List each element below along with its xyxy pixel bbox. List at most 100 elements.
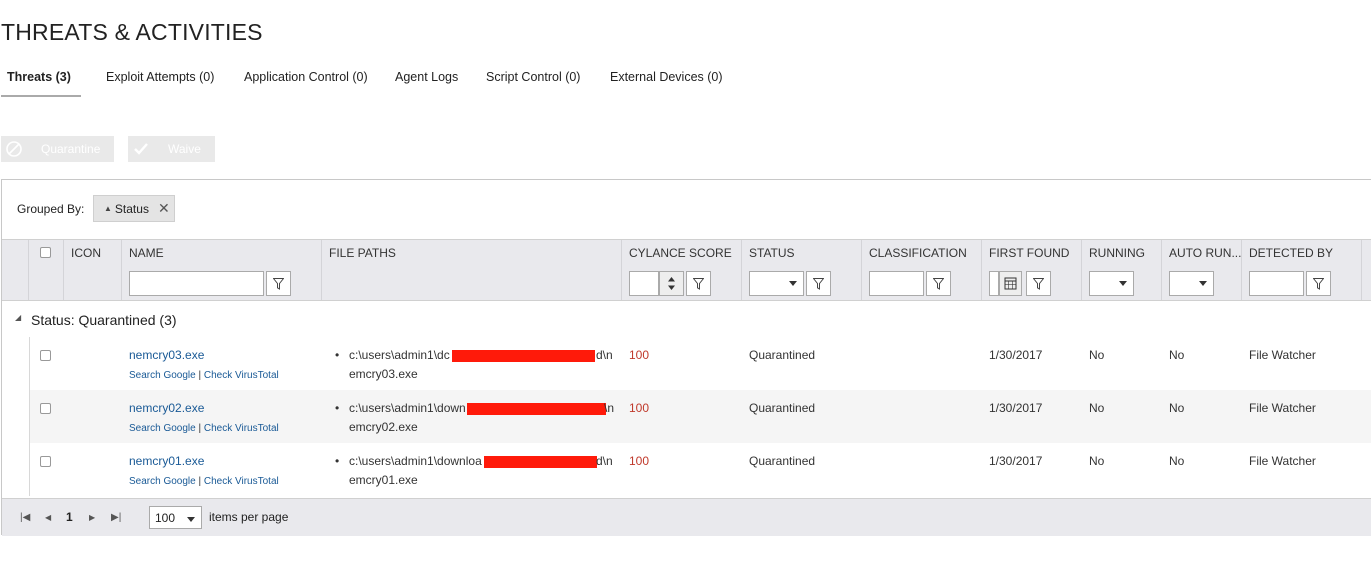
grouped-by-label: Grouped By: bbox=[17, 202, 85, 216]
filter-icon[interactable] bbox=[686, 271, 711, 296]
row-checkbox[interactable] bbox=[40, 456, 51, 467]
filter-icon[interactable] bbox=[1306, 271, 1331, 296]
chevron-down-icon bbox=[187, 517, 195, 522]
column-header-cylance-score[interactable]: CYLANCE SCORE bbox=[629, 246, 732, 260]
column-header-status[interactable]: STATUS bbox=[749, 246, 795, 260]
row-checkbox[interactable] bbox=[40, 350, 51, 361]
search-google-link[interactable]: Search Google bbox=[129, 370, 196, 381]
detected-by-filter-input[interactable] bbox=[1249, 271, 1304, 296]
row-checkbox[interactable] bbox=[40, 403, 51, 414]
column-header-classification[interactable]: CLASSIFICATION bbox=[869, 246, 967, 260]
file-path-end: d\n bbox=[596, 348, 613, 362]
page-size-select[interactable]: 100 bbox=[149, 506, 202, 529]
file-name-link[interactable]: nemcry03.exe bbox=[129, 348, 204, 362]
status-value: Quarantined bbox=[749, 454, 816, 468]
auto-run-filter-dropdown[interactable] bbox=[1169, 271, 1214, 296]
file-path-start: c:\users\admin1\down bbox=[349, 401, 466, 415]
quick-links: Search Google | Check VirusTotal bbox=[129, 476, 279, 487]
running-value: No bbox=[1089, 401, 1105, 415]
quarantine-button[interactable]: Quarantine bbox=[1, 136, 114, 162]
chevron-down-icon bbox=[1119, 281, 1127, 286]
prev-page-icon[interactable]: ◀ bbox=[45, 513, 51, 522]
column-header-icon[interactable]: ICON bbox=[71, 246, 101, 260]
group-chip-label: Status bbox=[114, 201, 149, 216]
select-all-checkbox[interactable] bbox=[40, 247, 51, 258]
filter-icon[interactable] bbox=[266, 271, 291, 296]
tab-agent-logs[interactable]: Agent Logs bbox=[395, 70, 458, 84]
current-page[interactable]: 1 bbox=[66, 510, 73, 524]
auto-run-value: No bbox=[1169, 348, 1185, 362]
column-header-first-found[interactable]: FIRST FOUND bbox=[989, 246, 1069, 260]
table-row[interactable]: nemcry01.exe Search Google | Check Virus… bbox=[29, 443, 1371, 496]
first-found-value: 1/30/2017 bbox=[989, 454, 1043, 468]
next-page-icon[interactable]: ▶ bbox=[89, 513, 95, 522]
bullet: • bbox=[335, 454, 340, 468]
quick-links: Search Google | Check VirusTotal bbox=[129, 370, 279, 381]
file-name-link[interactable]: nemcry02.exe bbox=[129, 401, 204, 415]
status-filter-dropdown[interactable] bbox=[749, 271, 804, 296]
active-tab-indicator bbox=[1, 95, 81, 97]
quarantine-label: Quarantine bbox=[41, 142, 101, 156]
tab-script-control[interactable]: Script Control (0) bbox=[486, 70, 580, 84]
pager: |◀ ◀ 1 ▶ ▶| 100 items per page bbox=[2, 498, 1371, 536]
page-size-value: 100 bbox=[155, 511, 176, 525]
calendar-icon[interactable] bbox=[999, 271, 1022, 296]
column-header-detected-by[interactable]: DETECTED BY bbox=[1249, 246, 1333, 260]
block-icon bbox=[1, 136, 27, 162]
file-path-start: c:\users\admin1\dc bbox=[349, 348, 450, 362]
score-filter-input[interactable] bbox=[629, 271, 659, 296]
file-path-continued: emcry03.exe bbox=[349, 367, 418, 381]
group-chip-status[interactable]: ▲ Status ✕ bbox=[93, 195, 175, 222]
threats-grid: Grouped By: ▲ Status ✕ ICON NAME FILE PA… bbox=[1, 179, 1371, 536]
table-row[interactable]: nemcry03.exe Search Google | Check Virus… bbox=[29, 337, 1371, 390]
table-row[interactable]: nemcry02.exe Search Google | Check Virus… bbox=[29, 390, 1371, 443]
tab-threats[interactable]: Threats (3) bbox=[7, 70, 71, 84]
link-separator: | bbox=[198, 476, 202, 487]
check-virustotal-link[interactable]: Check VirusTotal bbox=[204, 476, 279, 487]
score-stepper[interactable] bbox=[659, 271, 684, 296]
running-filter-dropdown[interactable] bbox=[1089, 271, 1134, 296]
collapse-triangle-icon[interactable]: ◢ bbox=[15, 313, 21, 322]
tab-application-control[interactable]: Application Control (0) bbox=[244, 70, 368, 84]
bullet: • bbox=[335, 348, 340, 362]
column-header-name[interactable]: NAME bbox=[129, 246, 164, 260]
file-name-link[interactable]: nemcry01.exe bbox=[129, 454, 204, 468]
group-panel: Grouped By: ▲ Status ✕ bbox=[2, 180, 1371, 239]
redaction-bar bbox=[467, 403, 606, 415]
file-path-start: c:\users\admin1\downloa bbox=[349, 454, 482, 468]
column-header-row: ICON NAME FILE PATHS CYLANCE SCORE STATU… bbox=[2, 239, 1371, 301]
detected-by-value: File Watcher bbox=[1249, 454, 1316, 468]
status-value: Quarantined bbox=[749, 348, 816, 362]
column-header-file-paths[interactable]: FILE PATHS bbox=[329, 246, 396, 260]
first-found-filter-input[interactable] bbox=[989, 271, 999, 296]
waive-button[interactable]: Waive bbox=[128, 136, 215, 162]
chevron-down-icon bbox=[789, 281, 797, 286]
bullet: • bbox=[335, 401, 340, 415]
status-value: Quarantined bbox=[749, 401, 816, 415]
tab-exploit-attempts[interactable]: Exploit Attempts (0) bbox=[106, 70, 214, 84]
first-page-icon[interactable]: |◀ bbox=[20, 512, 30, 523]
filter-icon[interactable] bbox=[1026, 271, 1051, 296]
column-header-running[interactable]: RUNNING bbox=[1089, 246, 1145, 260]
cylance-score: 100 bbox=[629, 401, 650, 415]
detected-by-value: File Watcher bbox=[1249, 401, 1316, 415]
close-icon[interactable]: ✕ bbox=[158, 200, 170, 217]
filter-icon[interactable] bbox=[926, 271, 951, 296]
sort-asc-icon[interactable]: ▲ bbox=[104, 204, 112, 213]
name-filter-input[interactable] bbox=[129, 271, 264, 296]
auto-run-value: No bbox=[1169, 401, 1185, 415]
redaction-bar bbox=[484, 456, 597, 468]
link-separator: | bbox=[198, 370, 202, 381]
running-value: No bbox=[1089, 348, 1105, 362]
search-google-link[interactable]: Search Google bbox=[129, 476, 196, 487]
waive-label: Waive bbox=[168, 142, 201, 156]
check-virustotal-link[interactable]: Check VirusTotal bbox=[204, 370, 279, 381]
search-google-link[interactable]: Search Google bbox=[129, 423, 196, 434]
last-page-icon[interactable]: ▶| bbox=[111, 512, 121, 523]
column-header-auto-run[interactable]: AUTO RUN... bbox=[1169, 246, 1241, 260]
classification-filter-input[interactable] bbox=[869, 271, 924, 296]
tab-external-devices[interactable]: External Devices (0) bbox=[610, 70, 723, 84]
check-virustotal-link[interactable]: Check VirusTotal bbox=[204, 423, 279, 434]
filter-icon[interactable] bbox=[806, 271, 831, 296]
group-row-quarantined[interactable]: ◢ Status: Quarantined (3) bbox=[2, 301, 1371, 337]
